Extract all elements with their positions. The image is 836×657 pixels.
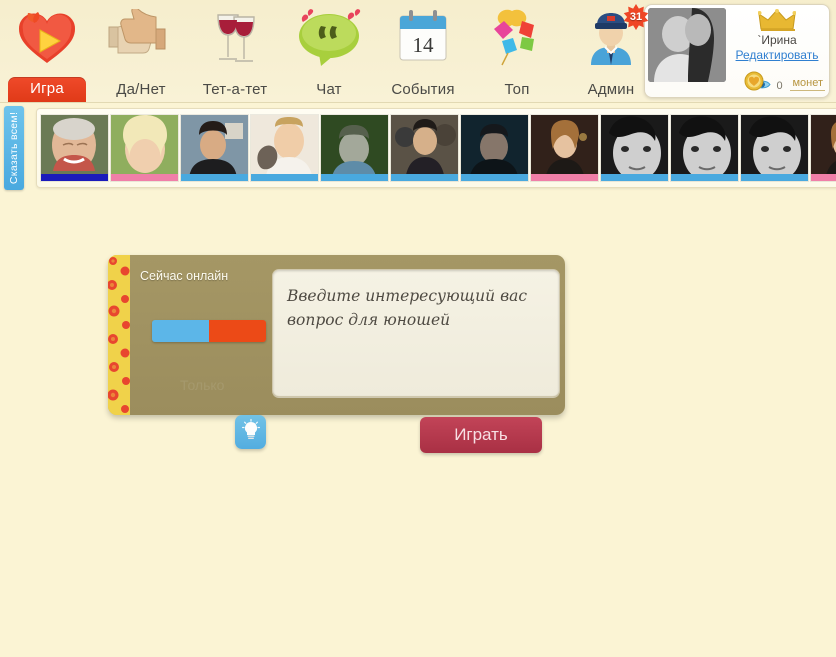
admin-badge-count: 31 — [629, 11, 643, 23]
nav-item-sobytiya[interactable]: 14 События — [376, 2, 470, 102]
nav-item-igra[interactable]: Игра — [0, 2, 94, 102]
nav-item-top-label: Топ — [504, 81, 530, 98]
thumbs-updown-icon — [94, 4, 188, 72]
wine-glasses-icon — [188, 4, 282, 72]
nav-item-igra-label: Игра — [8, 77, 86, 102]
main-navigation: Игра Да/Нет Тет-а-тет Чат 14 События Топ… — [0, 0, 660, 102]
list-item[interactable] — [741, 115, 808, 181]
hint-button[interactable] — [235, 415, 266, 449]
gender-bar — [251, 174, 318, 181]
gender-bar — [41, 174, 108, 181]
avatar[interactable] — [648, 8, 726, 82]
gender-bar — [111, 174, 178, 181]
online-now-label: Сейчас онлайн — [140, 269, 229, 283]
question-input[interactable]: Введите интересующий вас вопрос для юнош… — [272, 269, 560, 397]
stars-balloons-icon — [470, 4, 564, 72]
crown-icon — [730, 8, 824, 32]
coin-heart-icon — [744, 71, 764, 96]
gender-bar — [601, 174, 668, 181]
list-item[interactable] — [251, 115, 318, 181]
online-users-strip — [36, 108, 836, 188]
speech-bubble-icon — [282, 4, 376, 72]
lightbulb-icon — [241, 418, 261, 447]
gender-bar — [391, 174, 458, 181]
say-to-all-tab[interactable]: Сказать всем! — [4, 106, 24, 190]
gender-toggle[interactable] — [152, 320, 266, 342]
header: Игра Да/Нет Тет-а-тет Чат 14 События Топ… — [0, 0, 836, 103]
nav-item-chat[interactable]: Чат — [282, 2, 376, 102]
list-item[interactable] — [461, 115, 528, 181]
nav-item-admin-label: Админ — [587, 81, 635, 98]
gender-bar — [321, 174, 388, 181]
heart-play-icon — [0, 4, 94, 72]
question-card: Сейчас онлайн Только Введите интересующи… — [108, 255, 565, 415]
gender-bar — [811, 174, 836, 181]
nav-item-sobytiya-label: События — [391, 81, 455, 98]
coins-counter[interactable]: монет — [744, 71, 825, 96]
list-item[interactable] — [601, 115, 668, 181]
profile-panel: `Ирина Редактировать 0 монет — [644, 4, 830, 98]
list-item[interactable] — [391, 115, 458, 181]
list-item[interactable] — [111, 115, 178, 181]
app-root: Игра Да/Нет Тет-а-тет Чат 14 События Топ… — [0, 0, 836, 657]
gender-toggle-male[interactable] — [152, 320, 209, 342]
nav-item-chat-label: Чат — [316, 81, 342, 98]
list-item[interactable] — [321, 115, 388, 181]
list-item[interactable] — [41, 115, 108, 181]
gender-bar — [671, 174, 738, 181]
coins-label: монет — [790, 76, 825, 91]
nav-item-danet-label: Да/Нет — [116, 81, 166, 98]
list-item[interactable] — [811, 115, 836, 181]
admin-badge: 31 — [623, 4, 649, 30]
nav-item-danet[interactable]: Да/Нет — [94, 2, 188, 102]
calendar-icon: 14 — [376, 4, 470, 72]
profile-name: `Ирина — [757, 33, 797, 47]
say-to-all-label: Сказать всем! — [8, 111, 20, 185]
nav-item-top[interactable]: Топ — [470, 2, 564, 102]
play-button[interactable]: Играть — [420, 417, 542, 453]
question-card-body: Сейчас онлайн Только Введите интересующи… — [130, 255, 565, 415]
gender-bar — [461, 174, 528, 181]
ghost-label: Только — [180, 377, 225, 393]
list-item[interactable] — [181, 115, 248, 181]
calendar-day: 14 — [413, 33, 435, 57]
profile-details: `Ирина Редактировать 0 монет — [726, 5, 829, 97]
gender-toggle-female[interactable] — [209, 320, 266, 342]
edit-profile-link[interactable]: Редактировать — [730, 48, 824, 62]
nav-item-tetatet-label: Тет-а-тет — [202, 81, 268, 98]
heart-pattern-strip — [108, 255, 130, 415]
gender-bar — [741, 174, 808, 181]
gender-bar — [181, 174, 248, 181]
list-item[interactable] — [671, 115, 738, 181]
gender-bar — [531, 174, 598, 181]
play-button-label: Играть — [454, 425, 508, 444]
list-item[interactable] — [531, 115, 598, 181]
nav-item-tetatet[interactable]: Тет-а-тет — [188, 2, 282, 102]
question-placeholder: Введите интересующий вас вопрос для юнош… — [287, 287, 528, 330]
